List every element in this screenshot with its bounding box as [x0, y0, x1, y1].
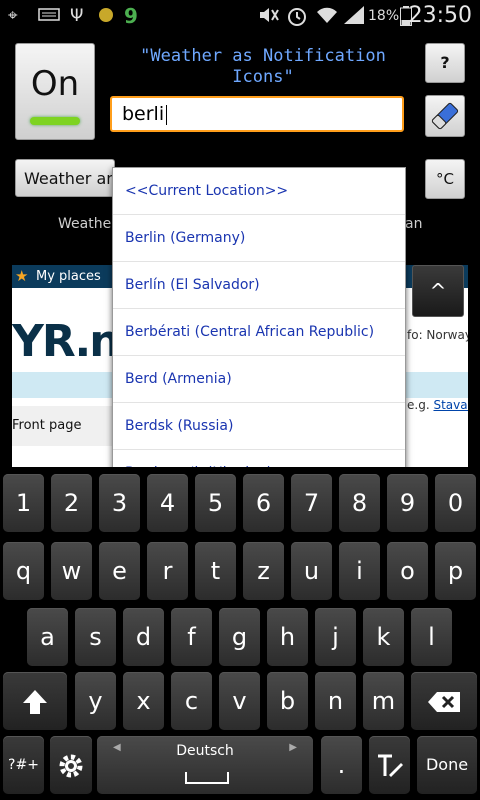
- key-5[interactable]: 5: [195, 474, 236, 532]
- key-f[interactable]: f: [171, 608, 212, 666]
- key-1[interactable]: 1: [3, 474, 44, 532]
- text-pen-icon: [375, 751, 405, 779]
- star-icon: ★: [15, 267, 29, 285]
- key-u[interactable]: u: [291, 542, 332, 600]
- key-k[interactable]: k: [363, 608, 404, 666]
- key-x[interactable]: x: [123, 672, 164, 730]
- temperature-unit-button[interactable]: °C: [425, 159, 465, 199]
- weather-type-select[interactable]: Weather an: [15, 159, 115, 197]
- key-s[interactable]: s: [75, 608, 116, 666]
- location-suggestions-dropdown: <<Current Location>> Berlin (Germany) Be…: [112, 167, 406, 496]
- key-c[interactable]: c: [171, 672, 212, 730]
- app-area: On "Weather as Notification Icons" ? ber…: [0, 33, 480, 500]
- scroll-up-button[interactable]: ^: [412, 265, 464, 317]
- wifi-icon: [316, 6, 338, 26]
- space-key[interactable]: ◀ Deutsch ▶: [97, 736, 313, 794]
- banner-example-text: e.g. Stavang: [407, 398, 468, 412]
- key-0[interactable]: 0: [435, 474, 476, 532]
- keyboard-icon: [38, 6, 60, 26]
- gps-icon: ⌖: [8, 6, 18, 26]
- mute-icon: [258, 6, 280, 26]
- space-icon: [185, 772, 229, 784]
- key-g[interactable]: g: [219, 608, 260, 666]
- dot-icon: [98, 6, 114, 26]
- example-prefix: e.g.: [407, 398, 430, 412]
- clock: 23:50: [408, 3, 472, 28]
- language-right-arrow-icon: ▶: [289, 742, 297, 753]
- key-v[interactable]: v: [219, 672, 260, 730]
- key-w[interactable]: w: [51, 542, 92, 600]
- gear-icon: [57, 751, 85, 779]
- backspace-key[interactable]: [411, 672, 477, 730]
- alarm-icon: [286, 6, 308, 26]
- shift-key[interactable]: [3, 672, 67, 730]
- example-link[interactable]: Stavang: [433, 398, 468, 412]
- g-icon: 9: [124, 4, 138, 28]
- symbols-key[interactable]: ?#+: [3, 736, 44, 794]
- key-7[interactable]: 7: [291, 474, 332, 532]
- key-p[interactable]: p: [435, 542, 476, 600]
- key-9[interactable]: 9: [387, 474, 428, 532]
- weather-from-label-right: an: [405, 216, 423, 232]
- location-search-input[interactable]: berli: [110, 96, 404, 132]
- key-i[interactable]: i: [339, 542, 380, 600]
- app-title: "Weather as Notification Icons": [140, 46, 386, 87]
- suggestion-item[interactable]: <<Current Location>>: [113, 168, 405, 215]
- yr-logo: YR.n: [12, 316, 121, 367]
- key-4[interactable]: 4: [147, 474, 188, 532]
- clear-button[interactable]: [425, 95, 465, 137]
- on-label: On: [30, 64, 80, 104]
- key-2[interactable]: 2: [51, 474, 92, 532]
- on-indicator-led: [30, 117, 80, 125]
- key-n[interactable]: n: [315, 672, 356, 730]
- key-t[interactable]: t: [195, 542, 236, 600]
- key-z[interactable]: z: [243, 542, 284, 600]
- key-b[interactable]: b: [267, 672, 308, 730]
- key-a[interactable]: a: [27, 608, 68, 666]
- key-j[interactable]: j: [315, 608, 356, 666]
- key-d[interactable]: d: [123, 608, 164, 666]
- key-y[interactable]: y: [75, 672, 116, 730]
- key-e[interactable]: e: [99, 542, 140, 600]
- suggestion-item[interactable]: Berlin (Germany): [113, 215, 405, 262]
- weather-from-label: Weathe: [58, 216, 112, 232]
- key-o[interactable]: o: [387, 542, 428, 600]
- my-places-link[interactable]: My places: [36, 265, 101, 288]
- help-button[interactable]: ?: [425, 43, 465, 83]
- key-q[interactable]: q: [3, 542, 44, 600]
- battery-percent: 18%: [368, 8, 400, 24]
- period-key[interactable]: .: [321, 736, 362, 794]
- soft-keyboard: 1 2 3 4 5 6 7 8 9 0 q w e r t z u i o p …: [0, 467, 480, 800]
- settings-key[interactable]: [50, 736, 92, 794]
- keyboard-language-label: Deutsch: [176, 743, 234, 759]
- suggestion-item[interactable]: Berlín (El Salvador): [113, 262, 405, 309]
- handwriting-key[interactable]: [369, 736, 410, 794]
- key-3[interactable]: 3: [99, 474, 140, 532]
- key-r[interactable]: r: [147, 542, 188, 600]
- eraser-icon: [428, 102, 462, 137]
- signal-icon: [344, 6, 366, 26]
- on-toggle-button[interactable]: On: [15, 43, 95, 140]
- front-page-tab[interactable]: Front page: [12, 406, 112, 446]
- key-h[interactable]: h: [267, 608, 308, 666]
- key-l[interactable]: l: [411, 608, 452, 666]
- shift-icon: [20, 687, 50, 715]
- backspace-icon: [427, 687, 461, 715]
- done-key[interactable]: Done: [417, 736, 477, 794]
- suggestion-item[interactable]: Berbérati (Central African Republic): [113, 309, 405, 356]
- key-m[interactable]: m: [363, 672, 404, 730]
- suggestion-item[interactable]: Berd (Armenia): [113, 356, 405, 403]
- suggestion-item[interactable]: Berdsk (Russia): [113, 403, 405, 450]
- banner-info-text: fo: Norway a: [407, 328, 468, 342]
- status-bar: ⌖ Ψ 9 18% 23:50: [0, 0, 480, 33]
- key-6[interactable]: 6: [243, 474, 284, 532]
- usb-icon: Ψ: [70, 6, 84, 26]
- key-8[interactable]: 8: [339, 474, 380, 532]
